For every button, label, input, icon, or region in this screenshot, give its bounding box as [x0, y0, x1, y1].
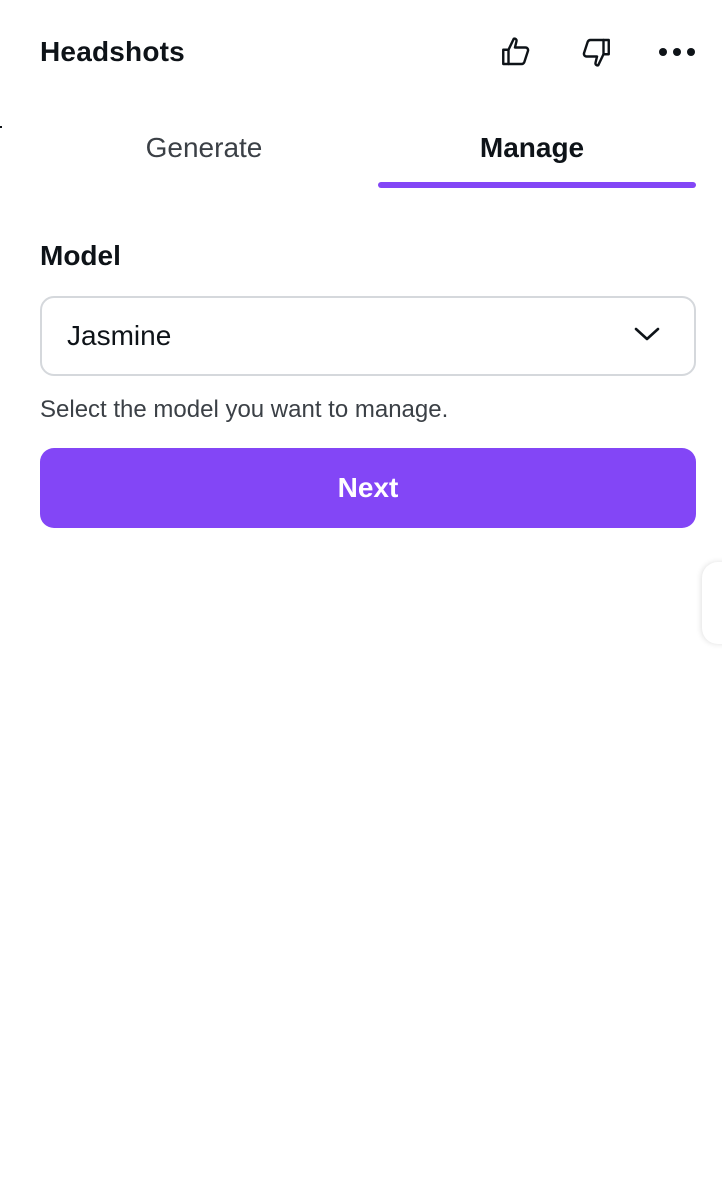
edge-artifact [0, 126, 2, 128]
tab-manage-label: Manage [479, 132, 585, 163]
tab-generate-label: Generate [145, 132, 263, 163]
panel-header: Headshots [40, 24, 696, 80]
model-select[interactable]: Jasmine [40, 296, 696, 376]
more-options-button[interactable] [636, 24, 696, 80]
tab-bar: Generate Manage [40, 110, 696, 188]
more-options-icon [658, 47, 696, 57]
thumbs-down-icon [578, 34, 614, 70]
side-panel-handle[interactable] [702, 562, 722, 644]
header-actions [476, 24, 696, 80]
tab-generate[interactable]: Generate [40, 110, 368, 188]
chevron-down-icon [634, 326, 660, 347]
model-select-value: Jasmine [67, 320, 172, 351]
model-label: Model [40, 240, 121, 271]
tab-manage[interactable]: Manage [368, 110, 696, 188]
thumbs-down-button[interactable] [556, 24, 636, 80]
model-helper-text: Select the model you want to manage. [40, 396, 449, 423]
next-button[interactable]: Next [40, 448, 696, 528]
thumbs-up-button[interactable] [476, 24, 556, 80]
thumbs-up-icon [498, 34, 534, 70]
page-title: Headshots [40, 36, 185, 67]
headshots-panel: Headshots Generate Manage Model Jasmine … [0, 0, 722, 1184]
